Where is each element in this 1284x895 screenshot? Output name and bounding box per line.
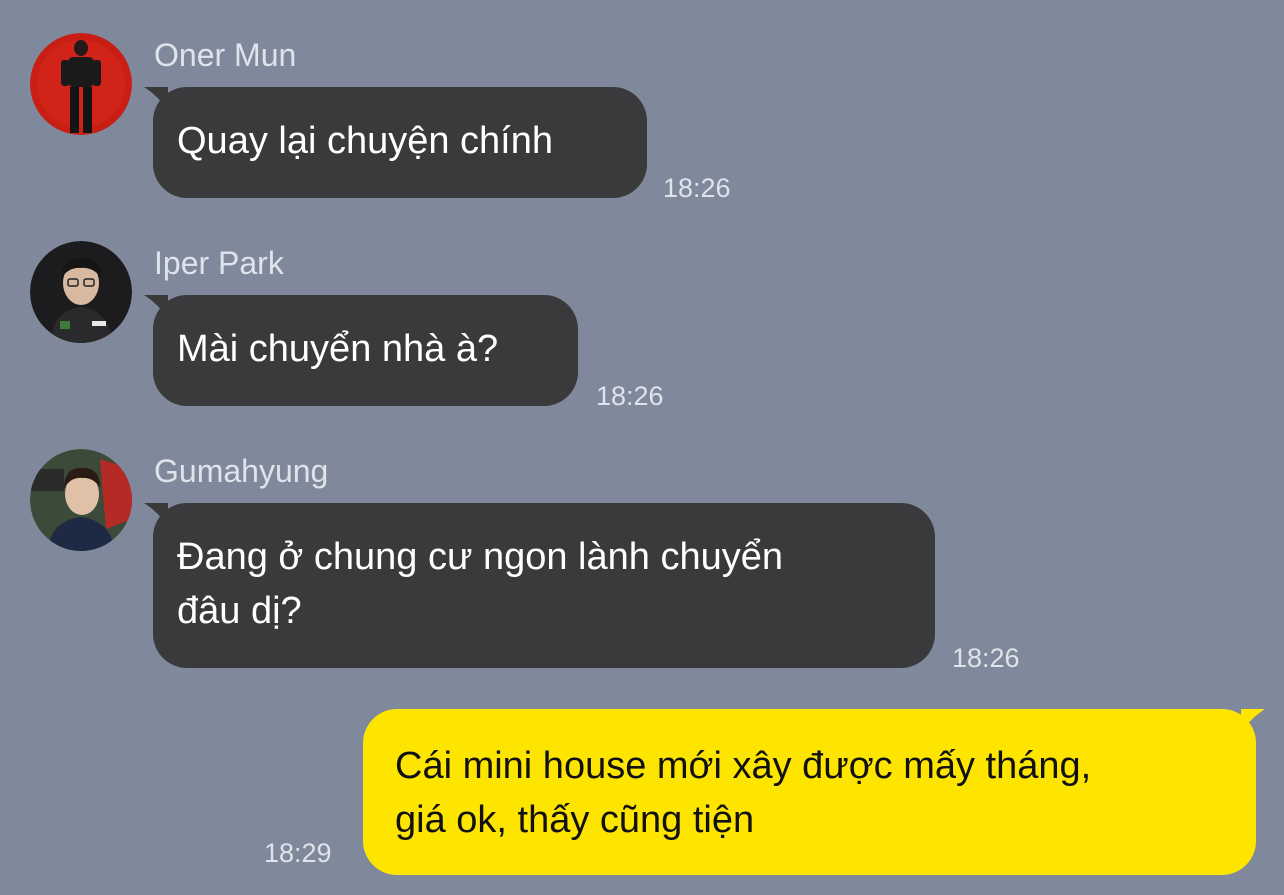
- bubble-tail-icon: [1241, 709, 1265, 731]
- avatar-gumahyung[interactable]: [30, 449, 132, 551]
- message-text-line: giá ok, thấy cũng tiện: [395, 799, 755, 841]
- message-bubble[interactable]: Đang ở chung cư ngon lành chuyển đâu dị?: [144, 503, 935, 668]
- my-message-bubble[interactable]: Cái mini house mới xây được mấy tháng, g…: [363, 709, 1265, 875]
- message-text-line: đâu dị?: [177, 590, 302, 632]
- avatar-oner-mun[interactable]: [30, 33, 132, 135]
- bubble-tail-icon: [144, 87, 168, 109]
- profile-photo-icon: [30, 33, 132, 135]
- profile-photo-icon: [30, 241, 132, 343]
- message-bubble[interactable]: Quay lại chuyện chính: [144, 87, 647, 198]
- message-timestamp: 18:26: [596, 381, 664, 411]
- message-bubble[interactable]: Mài chuyển nhà à?: [144, 295, 578, 406]
- message-timestamp: 18:26: [952, 643, 1020, 673]
- message-text: Quay lại chuyện chính: [177, 120, 554, 162]
- sender-name: Gumahyung: [154, 453, 329, 489]
- message-text: Mài chuyển nhà à?: [177, 328, 499, 370]
- message-timestamp: 18:29: [264, 838, 332, 868]
- sender-name: Oner Mun: [154, 37, 297, 73]
- sender-name: Iper Park: [154, 245, 284, 281]
- message-text-line: Cái mini house mới xây được mấy tháng,: [395, 745, 1092, 787]
- avatar-iper-park[interactable]: [30, 241, 132, 343]
- bubble-tail-icon: [144, 503, 168, 525]
- message-timestamp: 18:26: [663, 173, 731, 203]
- bubble-tail-icon: [144, 295, 168, 317]
- profile-photo-icon: [30, 449, 132, 551]
- message-text-line: Đang ở chung cư ngon lành chuyển: [177, 536, 783, 578]
